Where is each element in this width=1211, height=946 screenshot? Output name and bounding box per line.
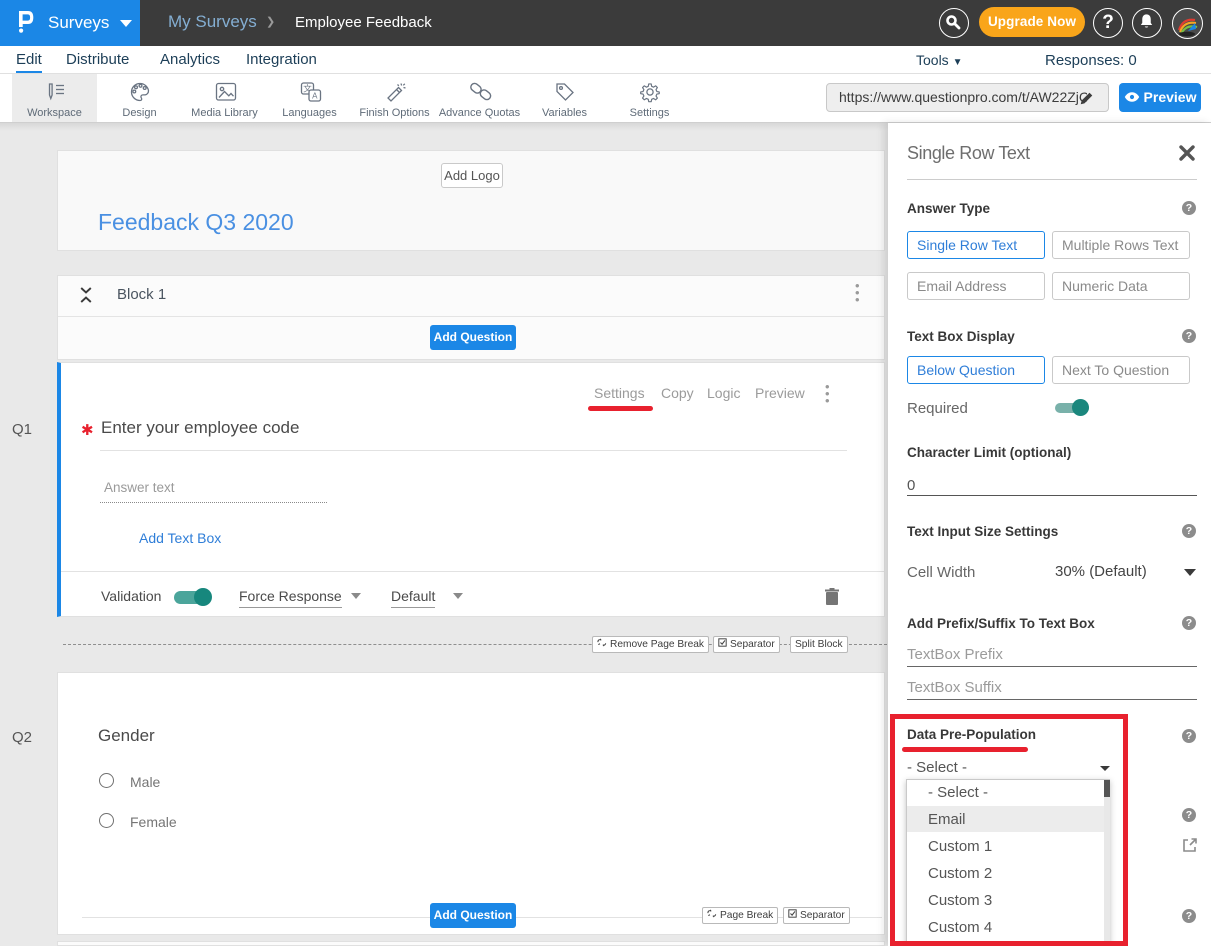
svg-text:A: A (312, 92, 318, 101)
